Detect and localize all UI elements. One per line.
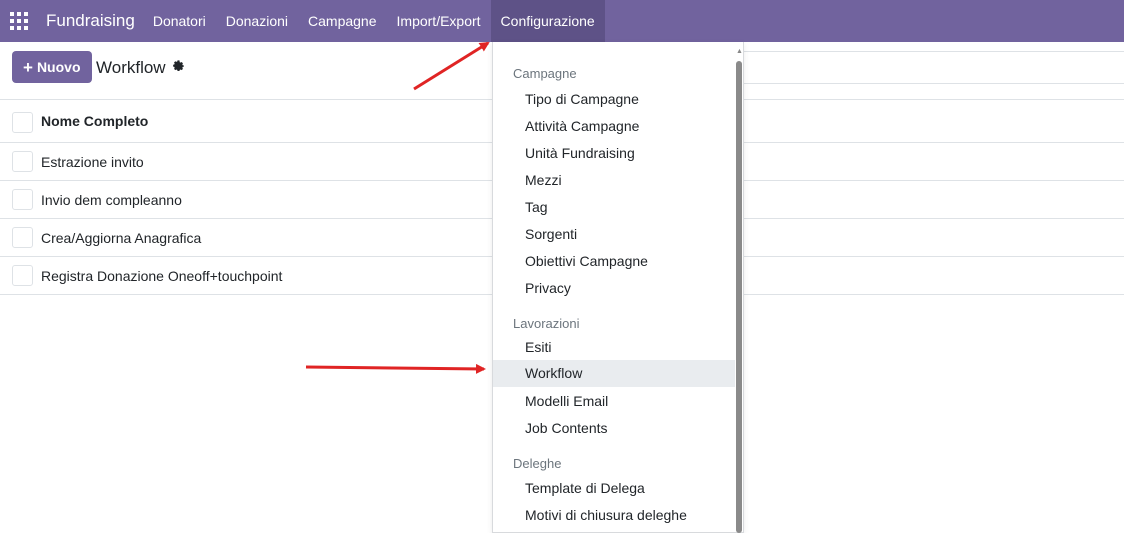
scroll-up-arrow-icon[interactable]: ▲ (735, 48, 744, 56)
menu-item-tipo-di-campagne[interactable]: Tipo di Campagne (493, 86, 735, 113)
menu-item-esiti[interactable]: Esiti (493, 334, 735, 361)
breadcrumb: Workflow (96, 58, 185, 78)
nav-donazioni[interactable]: Donazioni (216, 0, 298, 42)
arrow-to-workflow (305, 363, 486, 374)
menu-item-motivi-chiusura-deleghe[interactable]: Motivi di chiusura deleghe (493, 502, 735, 529)
row-checkbox[interactable] (12, 189, 33, 210)
search-bar-area (733, 51, 1124, 84)
new-button[interactable]: + Nuovo (12, 51, 92, 83)
row-checkbox[interactable] (12, 227, 33, 248)
section-header-lavorazioni: Lavorazioni (513, 316, 580, 331)
column-header-nome-completo[interactable]: Nome Completo (41, 113, 148, 129)
app-grid-icon[interactable] (0, 0, 38, 42)
row-name: Registra Donazione Oneoff+touchpoint (41, 267, 283, 284)
menu-item-attivita-campagne[interactable]: Attività Campagne (493, 113, 735, 140)
menu-item-workflow[interactable]: Workflow (493, 360, 735, 387)
row-checkbox[interactable] (12, 265, 33, 286)
scrollbar-thumb[interactable] (736, 61, 742, 533)
nav-donatori[interactable]: Donatori (143, 0, 216, 42)
section-header-campagne: Campagne (513, 66, 577, 81)
configurazione-dropdown: Campagne Tipo di Campagne Attività Campa… (492, 42, 744, 533)
menu-item-obiettivi-campagne[interactable]: Obiettivi Campagne (493, 248, 735, 275)
app-brand[interactable]: Fundraising (38, 0, 143, 42)
menu-item-mezzi[interactable]: Mezzi (493, 167, 735, 194)
row-name: Crea/Aggiorna Anagrafica (41, 229, 202, 246)
gear-icon[interactable] (172, 58, 185, 78)
row-checkbox[interactable] (12, 151, 33, 172)
nav-campagne[interactable]: Campagne (298, 0, 387, 42)
new-button-label: Nuovo (36, 59, 81, 75)
select-all-checkbox[interactable] (12, 112, 33, 133)
menu-item-sorgenti[interactable]: Sorgenti (493, 221, 735, 248)
row-name: Estrazione invito (41, 153, 144, 170)
section-header-deleghe: Deleghe (513, 456, 562, 471)
nav-configurazione[interactable]: Configurazione (490, 0, 605, 42)
row-name: Invio dem compleanno (41, 191, 182, 208)
menu-item-modelli-email[interactable]: Modelli Email (493, 388, 735, 415)
plus-icon: + (23, 57, 33, 77)
menu-item-privacy[interactable]: Privacy (493, 275, 735, 302)
top-navbar: Fundraising Donatori Donazioni Campagne … (0, 0, 1124, 42)
menu-item-tag[interactable]: Tag (493, 194, 735, 221)
nav-import-export[interactable]: Import/Export (387, 0, 491, 42)
menu-item-template-di-delega[interactable]: Template di Delega (493, 475, 735, 502)
menu-item-unita-fundraising[interactable]: Unità Fundraising (493, 140, 735, 167)
dropdown-scrollbar[interactable]: ▲ (735, 48, 744, 533)
page-title: Workflow (96, 58, 166, 77)
menu-item-job-contents[interactable]: Job Contents (493, 415, 735, 442)
